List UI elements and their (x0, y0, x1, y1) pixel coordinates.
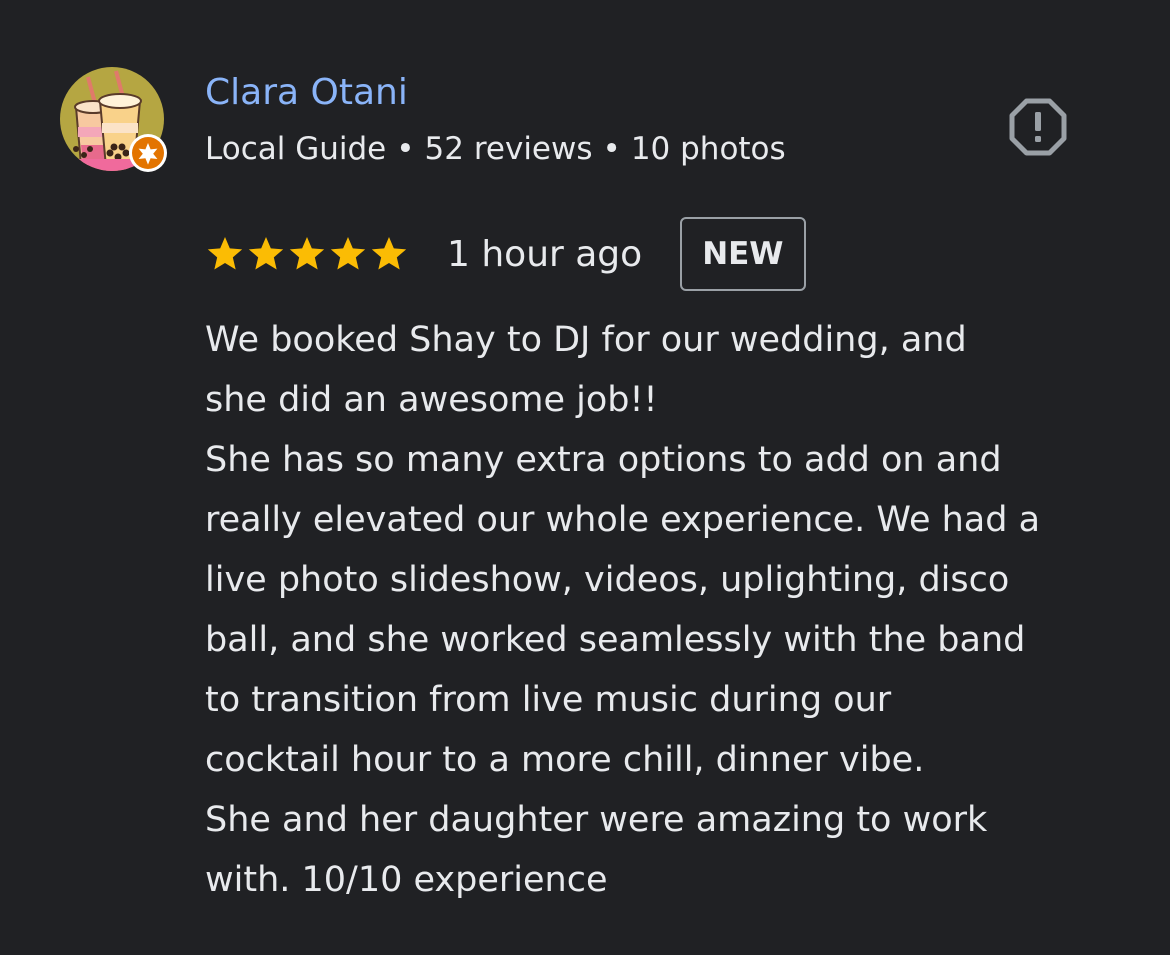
review-text-line: We booked Shay to DJ for our wedding, an… (205, 320, 967, 360)
star-icon (205, 234, 245, 274)
rating-row: 1 hour ago NEW (205, 217, 806, 291)
meta-separator: • (602, 131, 621, 167)
review-count: 52 reviews (424, 131, 593, 167)
new-badge: NEW (680, 217, 806, 291)
review-text-line: to transition from live music during our (205, 680, 892, 720)
review-text-line: ball, and she worked seamlessly with the… (205, 620, 1026, 660)
author-name[interactable]: Clara Otani (205, 70, 408, 116)
star-rating (205, 234, 409, 274)
review-text-line: cocktail hour to a more chill, dinner vi… (205, 740, 925, 780)
report-button[interactable] (1008, 97, 1068, 157)
review-text-line: She has so many extra options to add on … (205, 440, 1002, 480)
star-icon (287, 234, 327, 274)
review-text-line: really elevated our whole experience. We… (205, 500, 1041, 540)
review-time: 1 hour ago (447, 233, 643, 275)
star-icon (369, 234, 409, 274)
review-text: We booked Shay to DJ for our wedding, an… (205, 310, 1145, 910)
photo-count: 10 photos (630, 131, 786, 167)
review-card: Clara Otani Local Guide • 52 reviews • 10 ph… (0, 0, 1170, 955)
star-icon (328, 234, 368, 274)
star-icon (246, 234, 286, 274)
meta-separator: • (396, 131, 415, 167)
local-guide-label: Local Guide (205, 131, 387, 167)
local-guide-badge-icon (129, 134, 167, 172)
review-text-line: live photo slideshow, videos, uplighting… (205, 560, 1010, 600)
review-text-line: with. 10/10 experience (205, 860, 608, 900)
bubble-tea-avatar-icon (60, 67, 167, 172)
review-text-line: She and her daughter were amazing to wor… (205, 800, 988, 840)
author-avatar[interactable] (60, 67, 168, 175)
report-icon (1009, 98, 1067, 156)
review-text-line: she did an awesome job!! (205, 380, 658, 420)
author-meta: Local Guide • 52 reviews • 10 photos (205, 128, 786, 170)
